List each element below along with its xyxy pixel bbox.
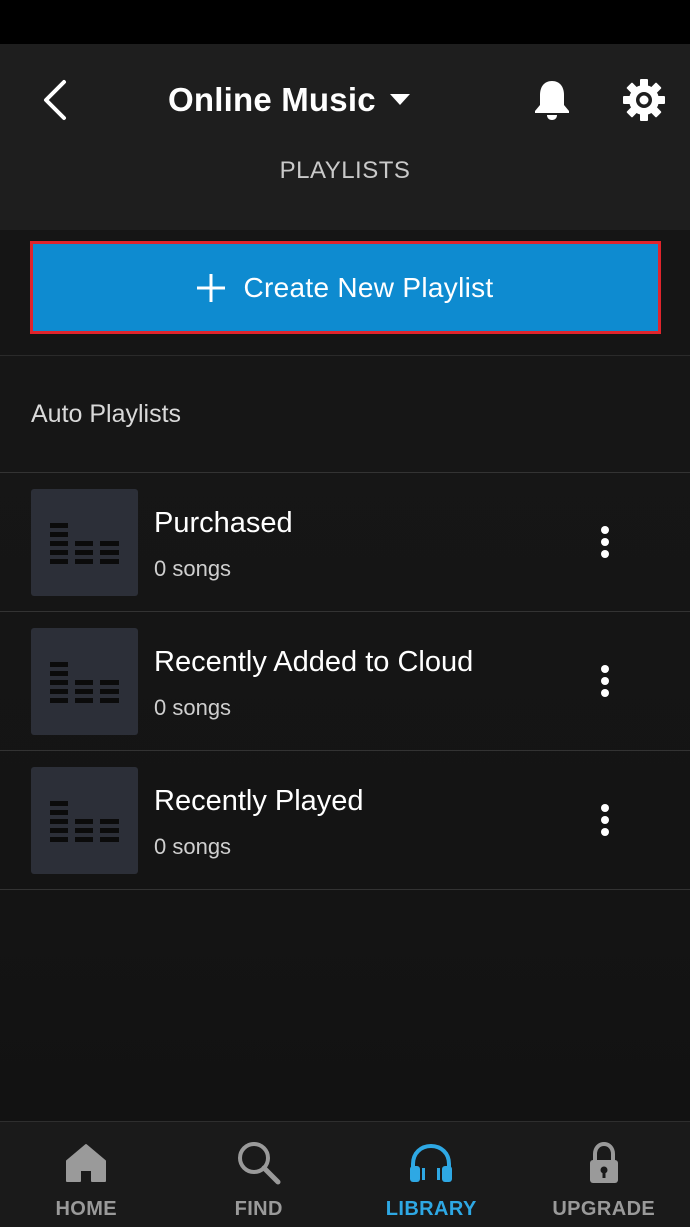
- home-icon: [65, 1140, 107, 1186]
- nav-label: HOME: [55, 1198, 118, 1220]
- list-item[interactable]: Recently Played 0 songs: [0, 751, 690, 890]
- playlist-thumbnail: [31, 489, 138, 596]
- create-playlist-area: Create New Playlist: [0, 230, 690, 356]
- playlist-thumbnail: [31, 628, 138, 735]
- equalizer-icon: [49, 661, 119, 703]
- page-title: Online Music: [168, 81, 376, 118]
- playlist-song-count: 0 songs: [154, 834, 232, 859]
- nav-item-home[interactable]: HOME: [0, 1122, 173, 1227]
- more-options-button[interactable]: [585, 795, 625, 845]
- back-button[interactable]: [30, 74, 78, 126]
- nav-label: FIND: [234, 1198, 283, 1220]
- nav-item-upgrade[interactable]: UPGRADE: [518, 1122, 690, 1227]
- library-source-dropdown[interactable]: Online Music: [168, 74, 410, 126]
- more-vertical-icon: [601, 526, 609, 558]
- page-subtitle: PLAYLISTS: [279, 157, 411, 184]
- auto-playlists-list: Purchased 0 songs Recently Added to Clou…: [0, 472, 690, 890]
- plus-icon: [197, 273, 226, 302]
- playlist-title: Purchased: [154, 507, 293, 539]
- chevron-left-icon: [44, 80, 66, 120]
- more-vertical-icon: [601, 665, 609, 697]
- list-item[interactable]: Recently Added to Cloud 0 songs: [0, 612, 690, 751]
- playlist-title: Recently Added to Cloud: [154, 646, 474, 678]
- playlist-song-count: 0 songs: [154, 556, 232, 581]
- section-heading: Auto Playlists: [31, 400, 182, 428]
- bell-icon: [535, 81, 569, 120]
- gear-icon: [623, 79, 665, 121]
- list-item[interactable]: Purchased 0 songs: [0, 473, 690, 612]
- lock-icon: [587, 1140, 621, 1186]
- playlist-thumbnail: [31, 767, 138, 874]
- create-new-playlist-button[interactable]: Create New Playlist: [30, 241, 661, 334]
- nav-item-library[interactable]: LIBRARY: [345, 1122, 518, 1227]
- more-options-button[interactable]: [585, 656, 625, 706]
- nav-item-find[interactable]: FIND: [173, 1122, 346, 1227]
- headphones-icon: [408, 1140, 454, 1186]
- nav-label: UPGRADE: [552, 1198, 656, 1220]
- nav-label: LIBRARY: [385, 1198, 477, 1220]
- playlist-title: Recently Played: [154, 785, 364, 817]
- equalizer-icon: [49, 522, 119, 564]
- caret-down-icon: [389, 94, 410, 106]
- more-options-button[interactable]: [585, 517, 625, 567]
- notifications-button[interactable]: [528, 74, 576, 126]
- equalizer-icon: [49, 800, 119, 842]
- more-vertical-icon: [601, 804, 609, 836]
- create-new-playlist-label: Create New Playlist: [243, 271, 494, 303]
- settings-button[interactable]: [620, 74, 668, 126]
- search-icon: [236, 1140, 282, 1186]
- app-screen: Online Music PLAYLISTS Create New Playli…: [0, 0, 690, 1227]
- status-bar: [0, 0, 690, 44]
- header: Online Music PLAYLISTS: [0, 44, 690, 230]
- bottom-navigation: HOME FIND LIBRARY UPGRADE: [0, 1121, 690, 1227]
- playlist-song-count: 0 songs: [154, 695, 232, 720]
